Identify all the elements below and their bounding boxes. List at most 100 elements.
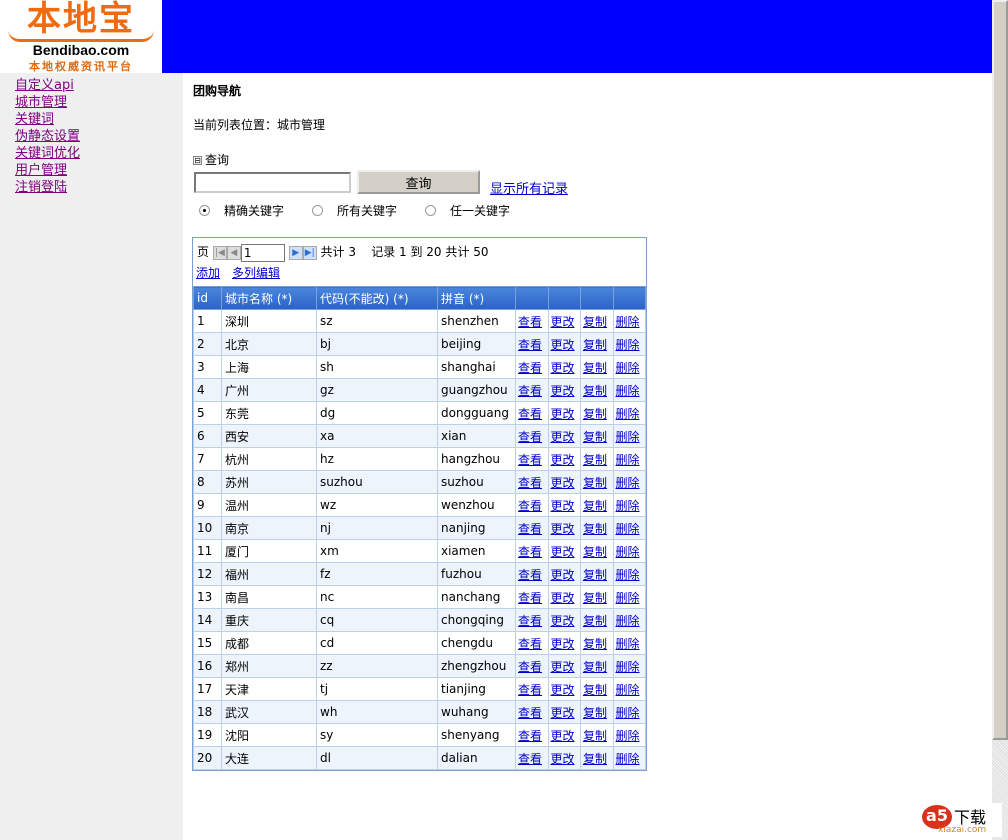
edit-link[interactable]: 更改	[551, 522, 575, 536]
copy-link[interactable]: 复制	[583, 752, 607, 766]
delete-link[interactable]: 删除	[616, 614, 640, 628]
edit-link[interactable]: 更改	[551, 315, 575, 329]
sidebar-link[interactable]: 用户管理	[15, 162, 183, 179]
copy-link[interactable]: 复制	[583, 637, 607, 651]
edit-link[interactable]: 更改	[551, 637, 575, 651]
sidebar-link[interactable]: 伪静态设置	[15, 128, 183, 145]
delete-link[interactable]: 删除	[616, 752, 640, 766]
query-toggle[interactable]: ⊟ 查询	[193, 151, 229, 168]
copy-link[interactable]: 复制	[583, 407, 607, 421]
copy-link[interactable]: 复制	[583, 384, 607, 398]
sidebar-link[interactable]: 关键词优化	[15, 145, 183, 162]
copy-link[interactable]: 复制	[583, 522, 607, 536]
edit-link[interactable]: 更改	[551, 729, 575, 743]
view-link[interactable]: 查看	[518, 614, 542, 628]
radio-icon[interactable]	[312, 205, 324, 216]
view-link[interactable]: 查看	[518, 522, 542, 536]
view-link[interactable]: 查看	[518, 476, 542, 490]
view-link[interactable]: 查看	[518, 545, 542, 559]
copy-link[interactable]: 复制	[583, 729, 607, 743]
edit-link[interactable]: 更改	[551, 660, 575, 674]
sidebar-link[interactable]: 城市管理	[15, 94, 183, 111]
copy-link[interactable]: 复制	[583, 476, 607, 490]
edit-link[interactable]: 更改	[551, 499, 575, 513]
edit-link[interactable]: 更改	[551, 752, 575, 766]
show-all-records-link[interactable]: 显示所有记录	[490, 178, 568, 197]
view-link[interactable]: 查看	[518, 683, 542, 697]
keyword-mode-radio[interactable]: 任一关键字	[425, 204, 524, 218]
copy-link[interactable]: 复制	[583, 591, 607, 605]
edit-link[interactable]: 更改	[551, 453, 575, 467]
sidebar-link[interactable]: 自定义api	[15, 77, 183, 94]
view-link[interactable]: 查看	[518, 660, 542, 674]
radio-icon[interactable]	[199, 205, 210, 216]
view-link[interactable]: 查看	[518, 729, 542, 743]
copy-link[interactable]: 复制	[583, 453, 607, 467]
copy-link[interactable]: 复制	[583, 683, 607, 697]
copy-link[interactable]: 复制	[583, 361, 607, 375]
page-input[interactable]: 1	[240, 243, 285, 262]
delete-link[interactable]: 删除	[616, 407, 640, 421]
view-link[interactable]: 查看	[518, 384, 542, 398]
edit-link[interactable]: 更改	[551, 407, 575, 421]
sidebar-link[interactable]: 关键词	[15, 111, 183, 128]
edit-link[interactable]: 更改	[551, 384, 575, 398]
view-link[interactable]: 查看	[518, 453, 542, 467]
multi-edit-link[interactable]: 多列编辑	[232, 266, 280, 280]
delete-link[interactable]: 删除	[616, 637, 640, 651]
scrollbar-thumb[interactable]	[992, 0, 1008, 740]
radio-icon[interactable]	[425, 205, 437, 216]
vertical-scrollbar[interactable]	[992, 0, 1008, 840]
delete-link[interactable]: 删除	[616, 430, 640, 444]
column-header[interactable]: 城市名称 (*)	[221, 286, 317, 310]
copy-link[interactable]: 复制	[583, 660, 607, 674]
edit-link[interactable]: 更改	[551, 430, 575, 444]
delete-link[interactable]: 删除	[616, 591, 640, 605]
edit-link[interactable]: 更改	[551, 361, 575, 375]
view-link[interactable]: 查看	[518, 361, 542, 375]
delete-link[interactable]: 删除	[616, 338, 640, 352]
next-page-icon[interactable]: ▶	[288, 245, 303, 260]
add-link[interactable]: 添加	[196, 266, 220, 280]
edit-link[interactable]: 更改	[551, 591, 575, 605]
view-link[interactable]: 查看	[518, 499, 542, 513]
delete-link[interactable]: 删除	[616, 315, 640, 329]
edit-link[interactable]: 更改	[551, 614, 575, 628]
view-link[interactable]: 查看	[518, 591, 542, 605]
edit-link[interactable]: 更改	[551, 338, 575, 352]
first-page-icon[interactable]: |◀	[212, 245, 227, 260]
edit-link[interactable]: 更改	[551, 545, 575, 559]
view-link[interactable]: 查看	[518, 338, 542, 352]
view-link[interactable]: 查看	[518, 752, 542, 766]
edit-link[interactable]: 更改	[551, 476, 575, 490]
delete-link[interactable]: 删除	[616, 660, 640, 674]
delete-link[interactable]: 删除	[616, 361, 640, 375]
edit-link[interactable]: 更改	[551, 706, 575, 720]
delete-link[interactable]: 删除	[616, 683, 640, 697]
view-link[interactable]: 查看	[518, 407, 542, 421]
keyword-mode-radio[interactable]: 精确关键字	[199, 204, 298, 218]
copy-link[interactable]: 复制	[583, 614, 607, 628]
edit-link[interactable]: 更改	[551, 568, 575, 582]
prev-page-icon[interactable]: ◀	[226, 245, 241, 260]
copy-link[interactable]: 复制	[583, 430, 607, 444]
search-input[interactable]	[194, 172, 351, 193]
delete-link[interactable]: 删除	[616, 453, 640, 467]
delete-link[interactable]: 删除	[616, 729, 640, 743]
view-link[interactable]: 查看	[518, 706, 542, 720]
delete-link[interactable]: 删除	[616, 522, 640, 536]
search-button[interactable]: 查询	[357, 170, 480, 194]
view-link[interactable]: 查看	[518, 430, 542, 444]
delete-link[interactable]: 删除	[616, 568, 640, 582]
copy-link[interactable]: 复制	[583, 338, 607, 352]
sidebar-link[interactable]: 注销登陆	[15, 179, 183, 196]
view-link[interactable]: 查看	[518, 568, 542, 582]
copy-link[interactable]: 复制	[583, 315, 607, 329]
last-page-icon[interactable]: ▶|	[302, 245, 317, 260]
delete-link[interactable]: 删除	[616, 706, 640, 720]
copy-link[interactable]: 复制	[583, 706, 607, 720]
copy-link[interactable]: 复制	[583, 499, 607, 513]
delete-link[interactable]: 删除	[616, 384, 640, 398]
delete-link[interactable]: 删除	[616, 499, 640, 513]
column-header[interactable]: id	[193, 286, 222, 310]
